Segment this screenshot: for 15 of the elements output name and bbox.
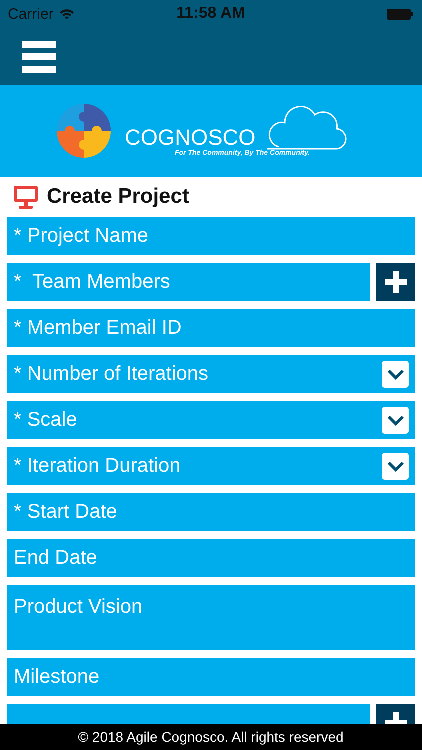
- input-field[interactable]: * Start Date: [7, 493, 415, 531]
- brand-name: COGNOSCO: [125, 125, 256, 150]
- text-area[interactable]: Product Vision: [7, 585, 415, 650]
- input-field[interactable]: End Date: [7, 539, 415, 577]
- input-field[interactable]: * Member Email ID: [7, 309, 415, 347]
- page-title: Create Project: [47, 185, 190, 209]
- input-field[interactable]: Milestone: [7, 658, 415, 696]
- carrier-name: Carrier: [8, 6, 54, 22]
- dropdown-field[interactable]: * Iteration Duration: [7, 447, 415, 485]
- input-field[interactable]: * Project Name: [7, 217, 415, 255]
- input-field[interactable]: * Team Members: [7, 263, 370, 301]
- dropdown-field[interactable]: * Number of Iterations: [7, 355, 415, 393]
- dropdown-field[interactable]: * Scale: [7, 401, 415, 439]
- clock-time: 11:58 AM: [176, 5, 246, 23]
- copyright-text: © 2018 Agile Cognosco. All rights reserved: [78, 729, 344, 745]
